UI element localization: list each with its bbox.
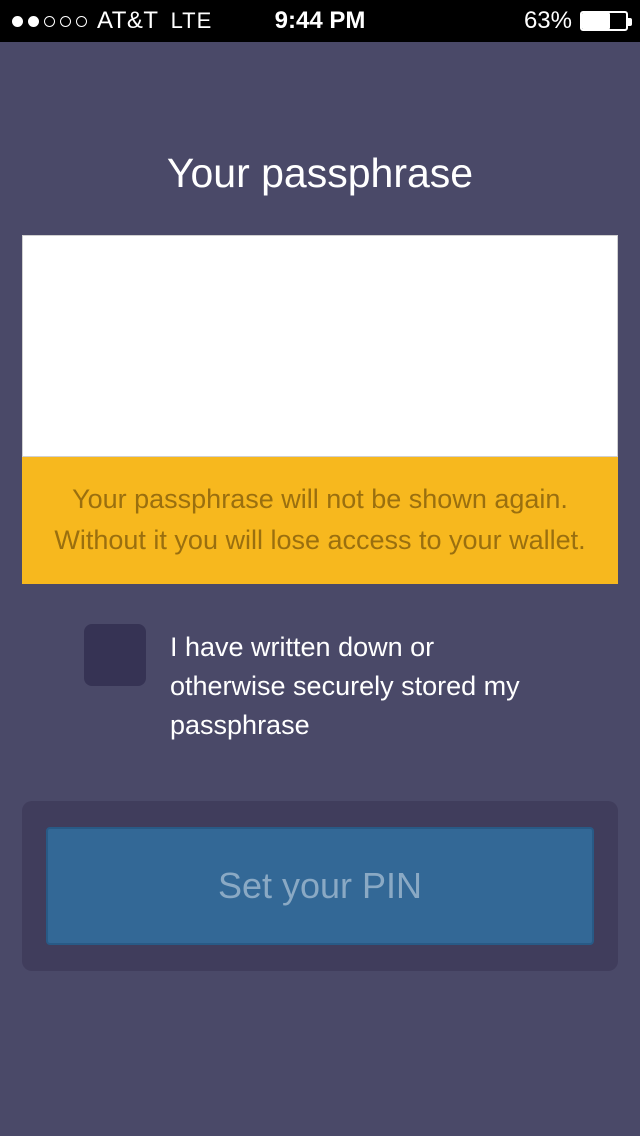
cta-container: Set your PIN	[22, 801, 618, 971]
status-left: AT&T LTE	[12, 7, 212, 35]
warning-line-2: Without it you will lose access to your …	[40, 520, 600, 561]
battery-icon	[580, 11, 628, 31]
passphrase-display	[22, 235, 618, 457]
main-content: Your passphrase Your passphrase will not…	[0, 150, 640, 971]
confirm-row: I have written down or otherwise securel…	[22, 624, 618, 745]
set-pin-button[interactable]: Set your PIN	[46, 827, 594, 945]
signal-strength-icon	[12, 16, 87, 27]
battery-percent-label: 63%	[524, 7, 572, 35]
confirm-checkbox[interactable]	[84, 624, 146, 686]
carrier-label: AT&T	[97, 7, 159, 35]
confirm-label: I have written down or otherwise securel…	[170, 624, 556, 745]
clock-label: 9:44 PM	[275, 7, 366, 35]
network-label: LTE	[171, 8, 213, 34]
warning-banner: Your passphrase will not be shown again.…	[22, 457, 618, 584]
status-right: 63%	[524, 7, 628, 35]
status-bar: AT&T LTE 9:44 PM 63%	[0, 0, 640, 42]
page-title: Your passphrase	[22, 150, 618, 197]
warning-line-1: Your passphrase will not be shown again.	[40, 479, 600, 520]
